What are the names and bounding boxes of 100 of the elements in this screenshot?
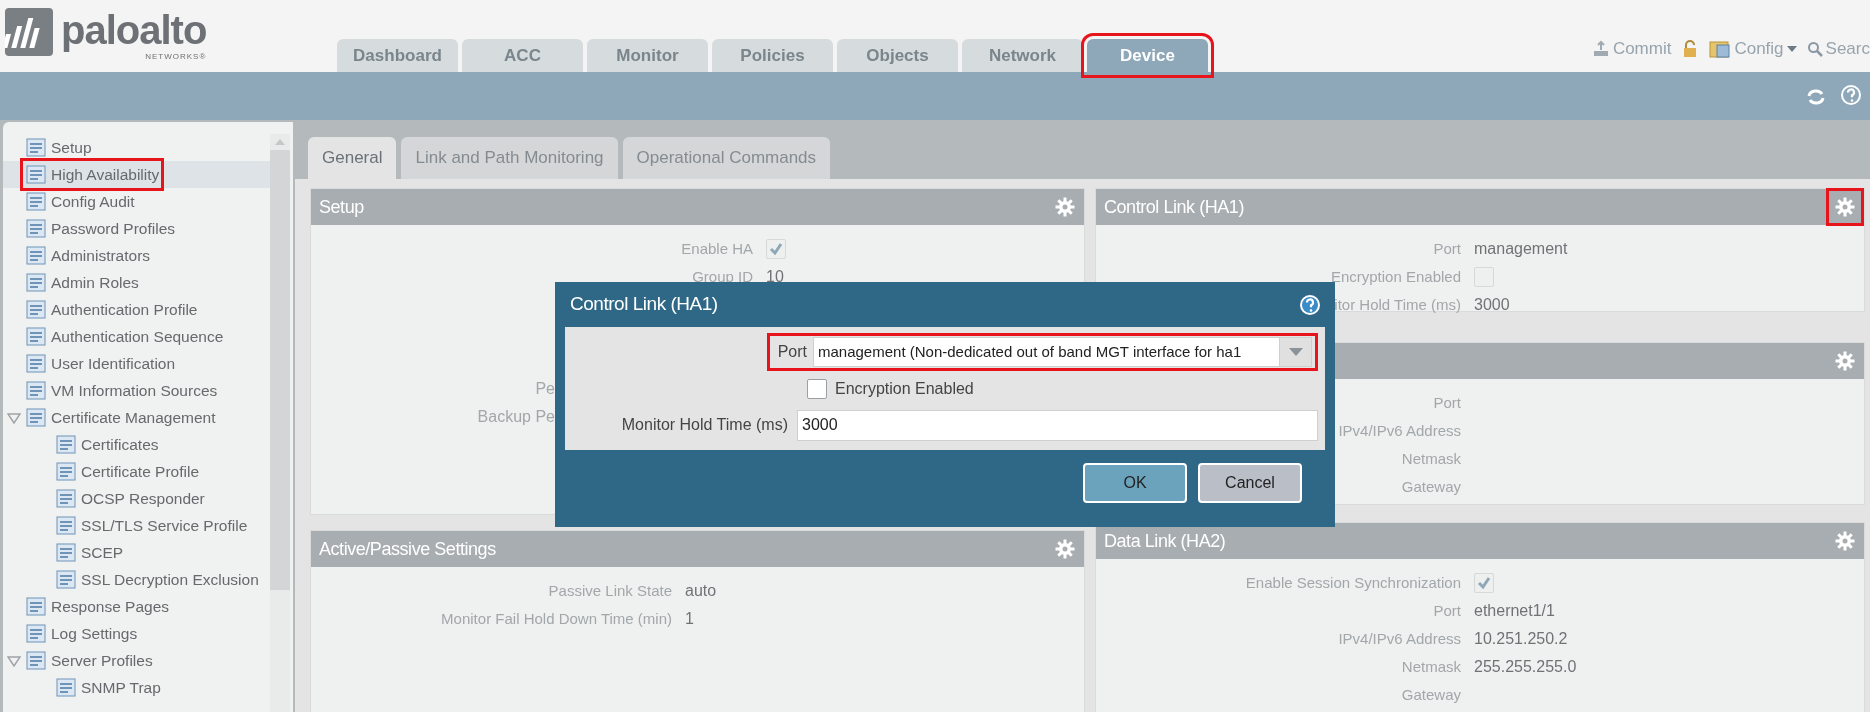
sidebar-item[interactable]: Setup [3,134,270,161]
sidebar-item[interactable]: Administrators [3,242,270,269]
sidebar-item[interactable]: Authentication Profile [3,296,270,323]
sidebar-item[interactable]: Admin Roles [3,269,270,296]
field-label: Monitor Hold Time (ms) [621,415,788,435]
caret-icon [1786,46,1797,52]
item-label: VM Information Sources [51,380,218,401]
document-icon [25,406,49,429]
gear-icon[interactable] [1835,197,1855,217]
item-label: OCSP Responder [81,488,205,509]
nav-tab[interactable]: Policies [712,39,833,72]
checkbox[interactable] [1474,573,1494,593]
field-label: Netmask [1401,448,1461,469]
gear-icon[interactable] [1835,351,1855,371]
sidebar-item[interactable]: SSL Decryption Exclusion [3,566,270,593]
sidebar-item[interactable]: SNMP Trap [3,674,270,701]
help-icon[interactable] [1299,293,1321,316]
sidebar-item[interactable]: SCEP [3,539,270,566]
sidebar-item[interactable]: OCSP Responder [3,485,270,512]
field-label: Encryption Enabled [1330,266,1461,287]
document-icon [25,379,49,402]
sidebar-item[interactable]: Password Profiles [3,215,270,242]
field-value: management [1474,239,1568,259]
checkbox[interactable] [1474,267,1494,287]
field-label: Passive Link State [548,580,672,601]
document-icon [55,514,79,537]
item-label: Certificates [81,434,159,455]
sidebar-item[interactable]: VM Information Sources [3,377,270,404]
field-value: 3000 [1474,295,1510,315]
field-label: Gateway [1401,476,1461,497]
help-icon[interactable] [1840,84,1862,106]
sidebar-item[interactable]: Certificate Management [3,404,270,431]
field-label: Backup Pe [477,407,555,427]
item-label: Log Settings [51,623,138,644]
nav-tab[interactable]: Monitor [587,39,708,72]
gear-icon[interactable] [1835,531,1855,551]
nav-tab[interactable]: ACC [462,39,583,72]
gear-icon[interactable] [1055,197,1075,217]
sidebar-item[interactable]: Certificates [3,431,270,458]
document-icon [25,136,49,159]
field-label: Pe [535,379,555,399]
document-icon [55,460,79,483]
sidebar-item[interactable]: SSL/TLS Service Profile [3,512,270,539]
logo-text: paloalto [61,8,207,52]
panel-title: Control Link (HA1) [1104,195,1244,219]
item-label: Authentication Profile [51,299,198,320]
field-label: Group ID [692,266,753,287]
cancel-button[interactable]: Cancel [1198,463,1302,503]
sidebar-item[interactable]: Server Profiles [3,647,270,674]
document-icon [25,298,49,321]
document-icon [25,352,49,375]
document-icon [55,568,79,591]
expand-triangle-icon[interactable] [7,654,21,667]
checkbox[interactable] [766,239,786,259]
item-label: Certificate Management [51,407,216,428]
item-label: Administrators [51,245,151,266]
document-icon [25,271,49,294]
field-label: Netmask [1401,656,1461,677]
field-value: 255.255.255.0 [1474,657,1577,677]
sidebar-item[interactable]: High Availability [3,161,270,188]
item-label: Certificate Profile [81,461,199,482]
expand-triangle-icon[interactable] [7,411,21,424]
nav-tab[interactable]: Objects [837,39,958,72]
field-label: itor Hold Time (ms) [1334,294,1461,315]
sidebar-item[interactable]: Log Settings [3,620,270,647]
nav-tab[interactable]: Dashboard [337,39,458,72]
field-label: Monitor Fail Hold Down Time (min) [441,608,672,629]
nav-tab[interactable]: Network [962,39,1083,72]
refresh-icon[interactable] [1806,88,1826,106]
item-label: SNMP Trap [81,677,161,698]
document-icon [25,244,49,267]
input-field[interactable]: 3000 [797,409,1318,441]
scrollbar[interactable] [270,134,290,712]
sidebar-item[interactable]: Certificate Profile [3,458,270,485]
ok-button[interactable]: OK [1083,463,1187,503]
field-value: 1 [685,609,694,629]
sidebar-item[interactable]: Config Audit [3,188,270,215]
field-label: Port [1433,392,1461,413]
commit-icon [1591,40,1610,58]
sidebar-item[interactable]: Response Pages [3,593,270,620]
checkbox[interactable] [807,379,827,399]
document-icon [55,487,79,510]
item-label: SSL/TLS Service Profile [81,515,248,536]
content-tab[interactable]: General [308,137,397,179]
document-icon [25,190,49,213]
document-icon [25,163,49,186]
document-icon [55,676,79,699]
item-label: SSL Decryption Exclusion [81,569,259,590]
sidebar-item[interactable]: User Identification [3,350,270,377]
item-label: Admin Roles [51,272,139,293]
field-label: Port [777,342,808,362]
gear-icon[interactable] [1055,539,1075,559]
document-icon [55,433,79,456]
checkbox-label: Encryption Enabled [835,379,974,399]
search-icon [1806,41,1823,57]
config-icon [1709,39,1732,59]
port-dropdown[interactable]: management (Non-dedicated out of band MGT interface for ha1 [813,337,1312,367]
sidebar-item[interactable]: Authentication Sequence [3,323,270,350]
item-label: Setup [51,137,92,158]
panel-title: Setup [319,195,364,219]
